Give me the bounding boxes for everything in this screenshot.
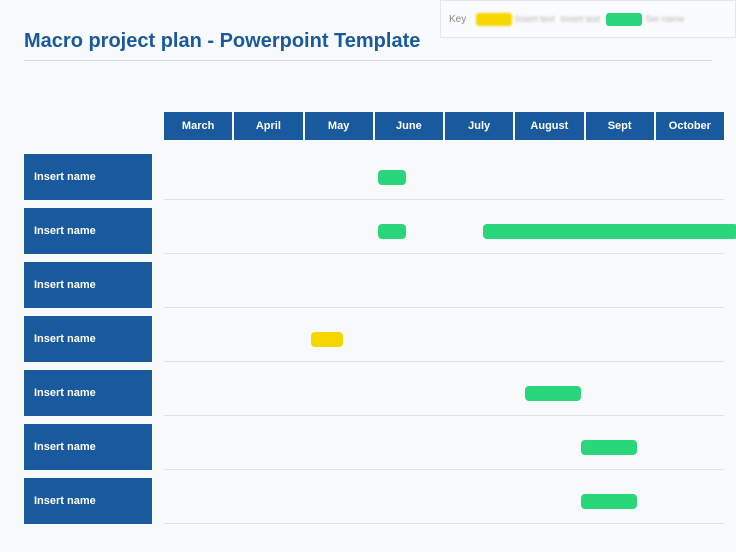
gantt-row: Insert name <box>24 370 724 416</box>
page-title: Macro project plan - Powerpoint Template <box>24 30 420 53</box>
month-header: June <box>375 112 445 140</box>
month-header: July <box>445 112 515 140</box>
title-divider <box>24 60 712 61</box>
row-track <box>164 370 724 416</box>
gantt-row: Insert name <box>24 424 724 470</box>
legend-item-label: Ser name <box>645 14 684 24</box>
gantt-chart: MarchAprilMayJuneJulyAugustSeptOctober I… <box>24 112 724 532</box>
month-header: May <box>305 112 375 140</box>
row-label: Insert name <box>24 478 152 524</box>
row-track <box>164 208 724 254</box>
gantt-row: Insert name <box>24 262 724 308</box>
legend-item: Ser name <box>606 13 684 26</box>
legend-item: Insert text <box>476 13 555 26</box>
gantt-bar <box>311 332 343 347</box>
month-header: Sept <box>586 112 656 140</box>
row-label: Insert name <box>24 154 152 200</box>
month-header: August <box>515 112 585 140</box>
header-spacer <box>24 112 164 140</box>
legend-title: Key <box>449 14 466 25</box>
legend-item-label: Insert text <box>515 14 555 24</box>
month-header: March <box>164 112 234 140</box>
month-header: April <box>234 112 304 140</box>
legend-swatch-yellow <box>476 13 512 26</box>
legend-item: Insert text <box>561 14 601 24</box>
gantt-bar <box>483 224 736 239</box>
rows-container: Insert name Insert name Insert name Insert … <box>24 154 724 524</box>
gantt-bar <box>378 224 406 239</box>
row-track <box>164 478 724 524</box>
month-header-row: MarchAprilMayJuneJulyAugustSeptOctober <box>24 112 724 140</box>
row-label: Insert name <box>24 424 152 470</box>
gantt-row: Insert name <box>24 316 724 362</box>
gantt-bar <box>581 440 637 455</box>
months-container: MarchAprilMayJuneJulyAugustSeptOctober <box>164 112 724 140</box>
row-label: Insert name <box>24 316 152 362</box>
month-header: October <box>656 112 724 140</box>
row-label: Insert name <box>24 370 152 416</box>
gantt-row: Insert name <box>24 478 724 524</box>
row-track <box>164 262 724 308</box>
gantt-bar <box>525 386 581 401</box>
row-label: Insert name <box>24 262 152 308</box>
gantt-bar <box>581 494 637 509</box>
legend-swatch-green <box>606 13 642 26</box>
legend-panel: Key Insert text Insert text Ser name <box>440 0 736 38</box>
gantt-row: Insert name <box>24 208 724 254</box>
row-track <box>164 424 724 470</box>
gantt-row: Insert name <box>24 154 724 200</box>
row-track <box>164 316 724 362</box>
legend-item-label: Insert text <box>561 14 601 24</box>
row-label: Insert name <box>24 208 152 254</box>
gantt-bar <box>378 170 406 185</box>
row-track <box>164 154 724 200</box>
